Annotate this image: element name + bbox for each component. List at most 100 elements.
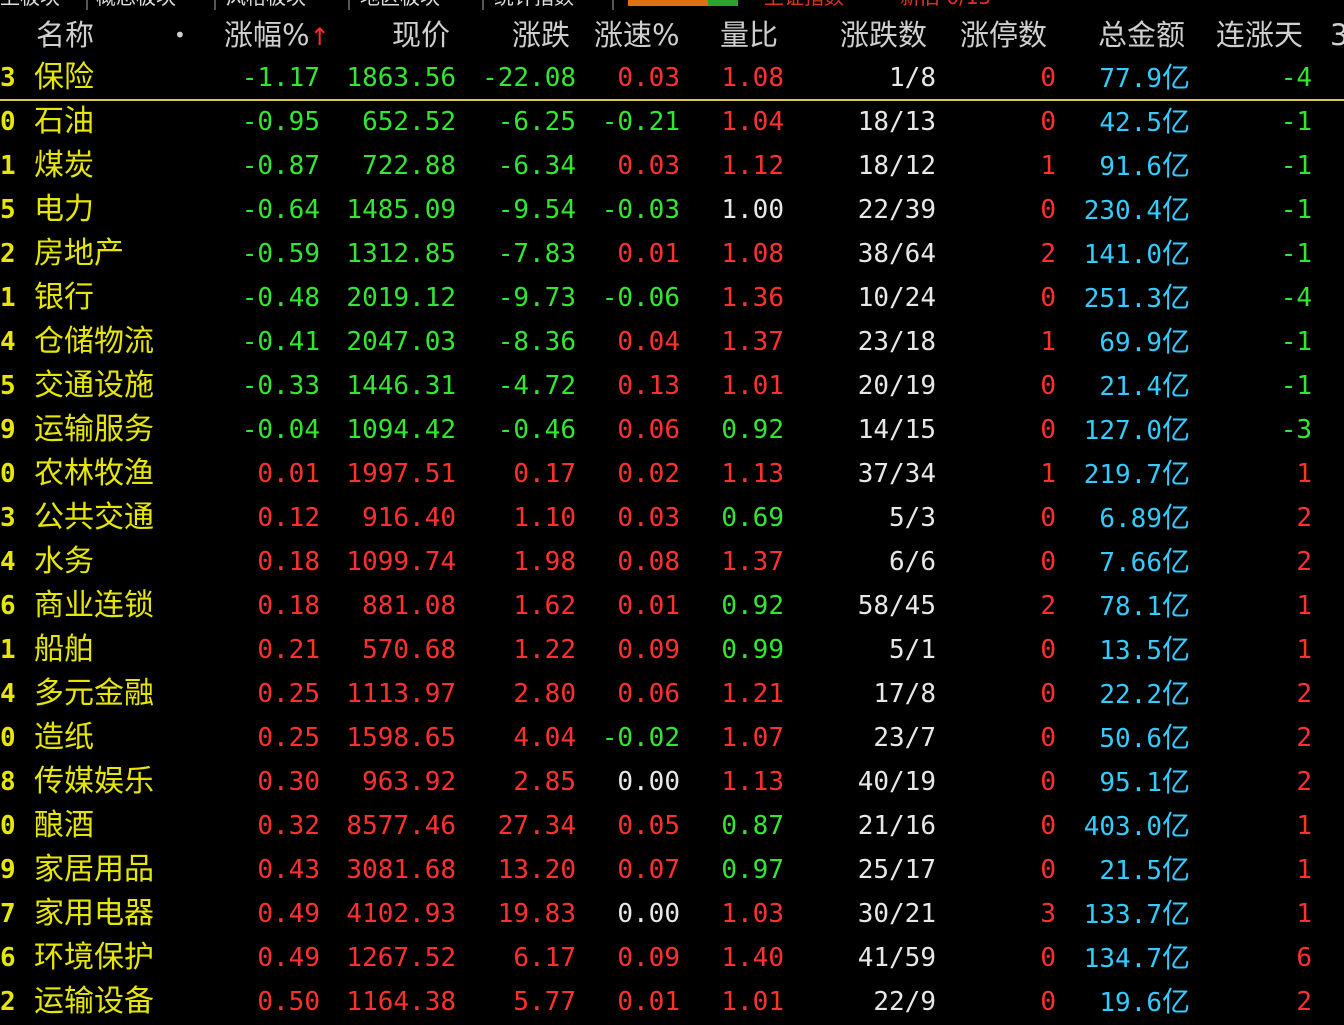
tab-concept[interactable]: 概念板块 (96, 0, 176, 8)
header-price[interactable]: 现价 (392, 16, 450, 54)
limit-up-count: 0 (1040, 679, 1056, 709)
up-down-count: 38/64 (857, 239, 936, 269)
tab-region[interactable]: 地区板块 (360, 0, 440, 8)
table-row[interactable]: 1 煤炭 -0.87 722.88 -6.34 0.03 1.12 18/12 1 91.6亿 -1 (0, 144, 1344, 188)
header-change[interactable]: 涨跌 (512, 16, 570, 54)
table-row[interactable]: 4 仓储物流 -0.41 2047.03 -8.36 0.04 1.37 23/18 1 69.9… (0, 320, 1344, 364)
speed-pct: 0.09 (617, 635, 680, 665)
table-row[interactable]: 6 商业连锁 0.18 881.08 1.62 0.01 0.92 58/45 2 78.1亿 1 (0, 584, 1344, 628)
header-name[interactable]: 名称 (36, 16, 94, 54)
row-code-digit: 6 (0, 943, 16, 973)
table-row[interactable]: 0 石油 -0.95 652.52 -6.25 -0.21 1.04 18/13 0 42.5亿 -… (0, 100, 1344, 144)
total-amount-unit: 亿 (1161, 765, 1190, 798)
table-row[interactable]: 7 家用电器 0.49 4102.93 19.83 0.00 1.03 30/21 3 133.7… (0, 892, 1344, 936)
table-row[interactable]: 4 多元金融 0.25 1113.97 2.80 0.06 1.21 17/8 0 22.2亿 2 (0, 672, 1344, 716)
header-limit-up-count[interactable]: 涨停数 (960, 16, 1047, 54)
total-amount-unit: 亿 (1161, 413, 1190, 446)
header-extra[interactable]: 3 (1330, 16, 1344, 54)
limit-up-count: 0 (1040, 855, 1056, 885)
total-amount-unit: 亿 (1161, 985, 1190, 1018)
change-pct: 0.18 (257, 591, 320, 621)
header-change-pct[interactable]: 涨幅%↑ (224, 16, 330, 56)
sector-name: 传媒娱乐 (34, 764, 154, 799)
row-code-digit: 4 (0, 679, 16, 709)
price: 1485.09 (346, 195, 456, 225)
index-ticker[interactable]: 上证指数 (764, 0, 844, 8)
total-amount-value: 95.1 (1099, 768, 1162, 798)
tab-industry[interactable]: 上板块 (0, 0, 60, 8)
limit-up-count: 0 (1040, 635, 1056, 665)
limit-up-count: 2 (1040, 591, 1056, 621)
consecutive-days: -4 (1280, 63, 1312, 93)
table-row[interactable]: 2 房地产 -0.59 1312.85 -7.83 0.01 1.08 38/64 2 141.0… (0, 232, 1344, 276)
limit-up-count: 0 (1040, 987, 1056, 1017)
sector-name: 家用电器 (34, 896, 154, 931)
table-row[interactable]: 8 传媒娱乐 0.30 963.92 2.85 0.00 1.13 40/19 0 95.1亿 2 (0, 760, 1344, 804)
table-row[interactable]: 6 环境保护 0.49 1267.52 6.17 0.09 1.40 41/59 0 134.7亿… (0, 936, 1344, 980)
volume-ratio: 1.37 (721, 547, 784, 577)
row-code-digit: 5 (0, 371, 16, 401)
table-row[interactable]: 9 家居用品 0.43 3081.68 13.20 0.07 0.97 25/17 0 21.5亿… (0, 848, 1344, 892)
consecutive-days: -1 (1280, 107, 1312, 137)
up-down-count: 5/1 (889, 635, 936, 665)
change: -7.83 (497, 239, 576, 269)
row-code-digit: 1 (0, 283, 16, 313)
header-speed[interactable]: 涨速% (594, 16, 680, 54)
consecutive-days: -1 (1280, 371, 1312, 401)
consecutive-days: 1 (1296, 635, 1312, 665)
change-pct: -0.87 (241, 151, 320, 181)
table-row[interactable]: 0 造纸 0.25 1598.65 4.04 -0.02 1.07 23/7 0 50.6亿 2 (0, 716, 1344, 760)
up-down-count: 21/16 (857, 811, 936, 841)
volume-ratio: 1.00 (721, 195, 784, 225)
volume-ratio: 1.08 (721, 63, 784, 93)
limit-up-count: 0 (1040, 943, 1056, 973)
change-pct: -0.64 (241, 195, 320, 225)
change-pct: -1.17 (241, 63, 320, 93)
tab-separator (214, 0, 216, 10)
change: 2.85 (513, 767, 576, 797)
total-amount-value: 69.9 (1099, 328, 1162, 358)
consecutive-days: -1 (1280, 239, 1312, 269)
table-header: 名称 • 涨幅%↑ 现价 涨跌 涨速% 量比 涨跌数 涨停数 总金额 连涨天 3 (0, 12, 1344, 58)
tab-style[interactable]: 风格板块 (226, 0, 306, 8)
change-pct: 0.01 (257, 459, 320, 489)
price: 1099.74 (346, 547, 456, 577)
change-pct: 0.49 (257, 943, 320, 973)
table-row[interactable]: 5 电力 -0.64 1485.09 -9.54 -0.03 1.00 22/39 0 230.4… (0, 188, 1344, 232)
sector-name: 公共交通 (34, 500, 154, 535)
table-row[interactable]: 5 交通设施 -0.33 1446.31 -4.72 0.13 1.01 20/19 0 21.4… (0, 364, 1344, 408)
header-amount[interactable]: 总金额 (1098, 16, 1185, 54)
price: 1863.56 (346, 63, 456, 93)
total-amount: 7.66亿 (1070, 540, 1190, 584)
table-row[interactable]: 3 公共交通 0.12 916.40 1.10 0.03 0.69 5/3 0 6.89亿 2 (0, 496, 1344, 540)
total-amount: 95.1亿 (1070, 760, 1190, 804)
speed-pct: -0.21 (601, 107, 680, 137)
change: -0.46 (497, 415, 576, 445)
total-amount: 403.0亿 (1070, 804, 1190, 848)
speed-pct: 0.01 (617, 987, 680, 1017)
header-consecutive-days[interactable]: 连涨天 (1216, 16, 1303, 54)
total-amount-unit: 亿 (1161, 721, 1190, 754)
change: 1.22 (513, 635, 576, 665)
tab-stat-index[interactable]: 统计指数 (494, 0, 574, 8)
header-up-down-count[interactable]: 涨跌数 (840, 16, 927, 54)
table-row[interactable]: 2 运输设备 0.50 1164.38 5.77 0.01 1.01 22/9 0 19.6亿 2 (0, 980, 1344, 1024)
up-down-count: 14/15 (857, 415, 936, 445)
change: 1.62 (513, 591, 576, 621)
volume-ratio: 0.92 (721, 591, 784, 621)
sector-name: 运输服务 (34, 412, 154, 447)
price: 4102.93 (346, 899, 456, 929)
table-row[interactable]: 1 银行 -0.48 2019.12 -9.73 -0.06 1.36 10/24 0 251.3… (0, 276, 1344, 320)
limit-up-count: 1 (1040, 459, 1056, 489)
table-row[interactable]: 0 农林牧渔 0.01 1997.51 0.17 0.02 1.13 37/34 1 219.7亿… (0, 452, 1344, 496)
up-down-count: 1/8 (889, 63, 936, 93)
table-row[interactable]: 9 运输服务 -0.04 1094.42 -0.46 0.06 0.92 14/15 0 127.… (0, 408, 1344, 452)
speed-pct: 0.08 (617, 547, 680, 577)
table-row[interactable]: 3 保险 -1.17 1863.56 -22.08 0.03 1.08 1/8 0 77.9亿 -4 (0, 56, 1344, 100)
total-amount: 42.5亿 (1070, 100, 1190, 144)
header-volume-ratio[interactable]: 量比 (720, 16, 778, 54)
table-row[interactable]: 1 船舶 0.21 570.68 1.22 0.09 0.99 5/1 0 13.5亿 1 (0, 628, 1344, 672)
change: 1.98 (513, 547, 576, 577)
table-row[interactable]: 4 水务 0.18 1099.74 1.98 0.08 1.37 6/6 0 7.66亿 2 (0, 540, 1344, 584)
table-row[interactable]: 0 酿酒 0.32 8577.46 27.34 0.05 0.87 21/16 0 403.0亿 1 (0, 804, 1344, 848)
